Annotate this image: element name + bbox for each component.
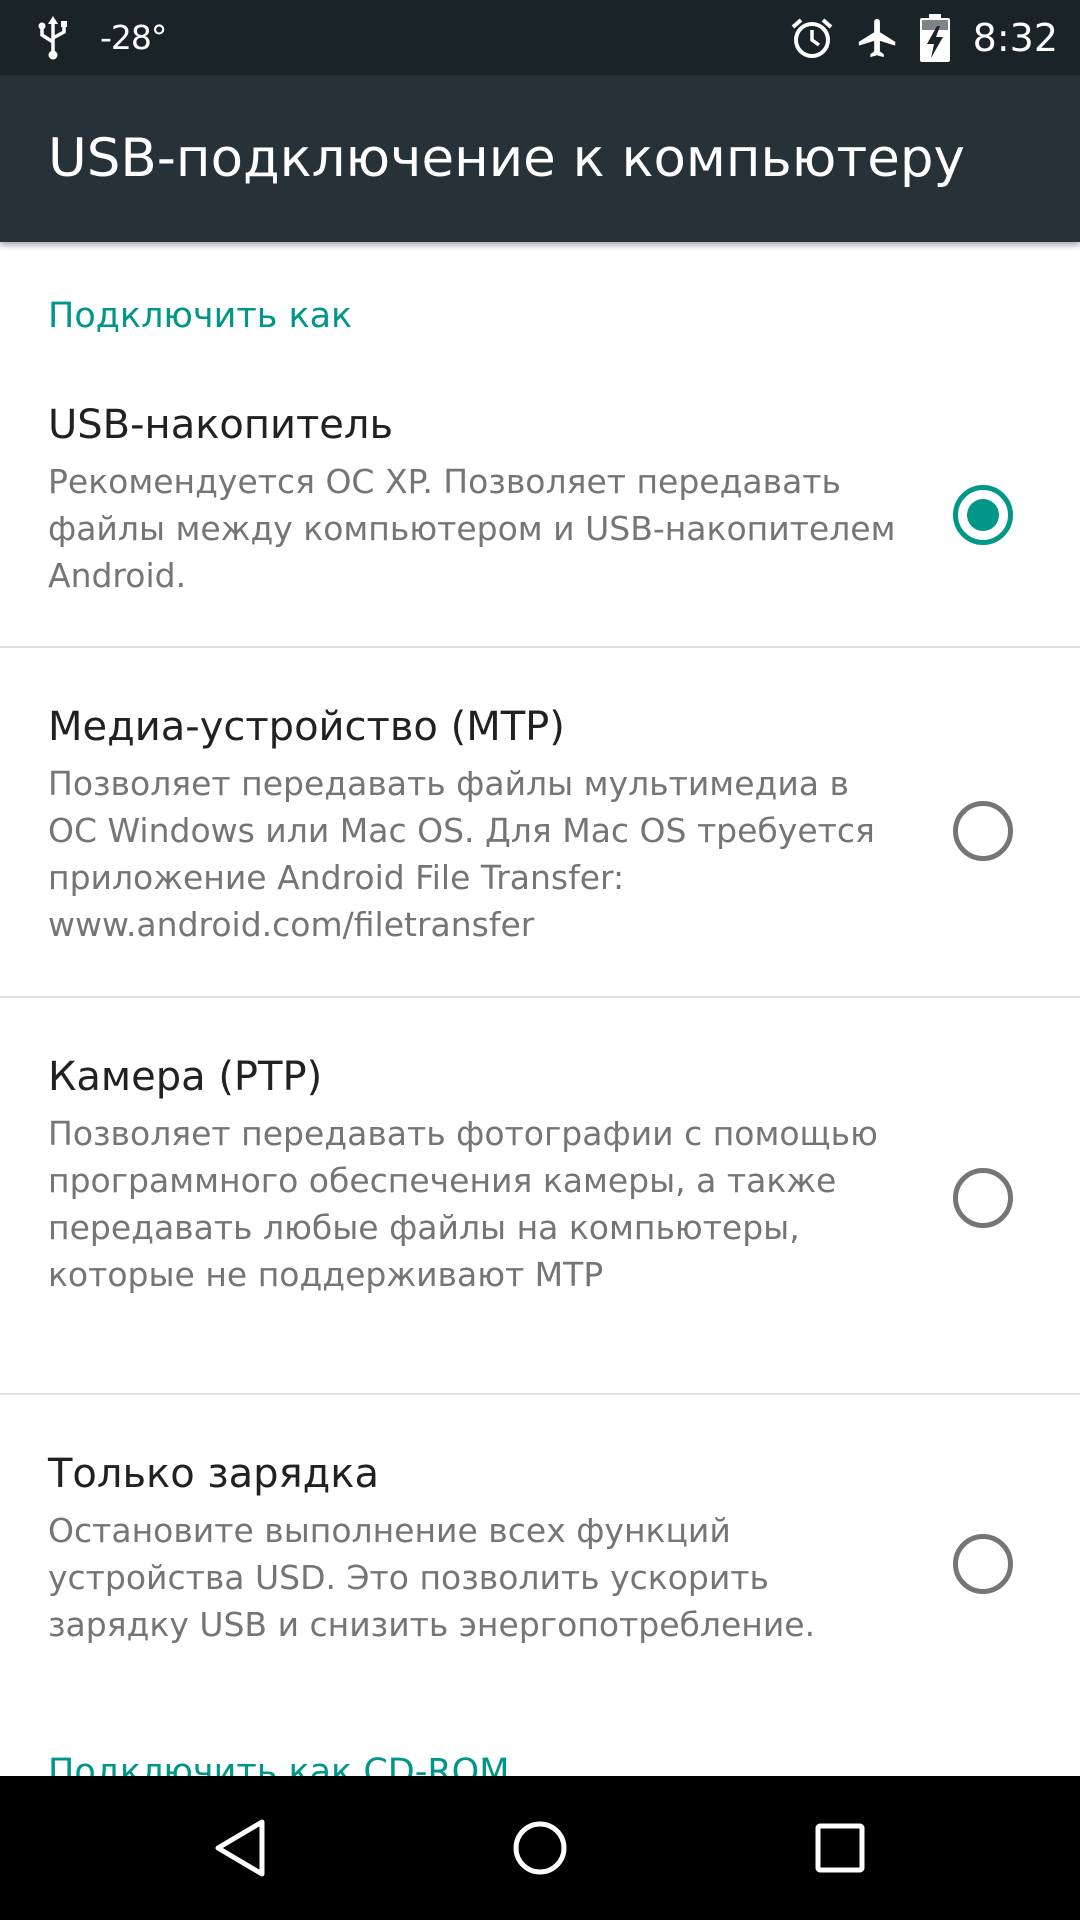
option-camera-ptp[interactable]: Камера (PTP) Позволяет передавать фотогр… <box>0 1054 1080 1384</box>
divider <box>0 646 1080 648</box>
airplane-mode-icon <box>855 15 901 61</box>
recents-icon[interactable] <box>804 1812 876 1884</box>
radio-media-device-mtp[interactable] <box>953 801 1013 861</box>
app-bar: USB-подключение к компьютеру <box>0 75 1080 242</box>
radio-usb-storage[interactable] <box>953 485 1013 545</box>
status-bar-left: -28° <box>36 0 167 75</box>
navigation-bar <box>0 1776 1080 1920</box>
screen: -28° 8:32 USB-подключение к компьютеру П… <box>0 0 1080 1920</box>
option-title: USB-накопитель <box>48 402 394 448</box>
option-media-device-mtp[interactable]: Медиа-устройство (MTP) Позволяет передав… <box>0 704 1080 994</box>
battery-charging-icon <box>919 13 951 62</box>
option-usb-storage[interactable]: USB-накопитель Рекомендуется ОС XP. Позв… <box>0 402 1080 647</box>
alarm-icon <box>789 15 835 61</box>
usb-icon <box>36 15 70 60</box>
page-title: USB-подключение к компьютеру <box>48 128 965 189</box>
status-bar: -28° 8:32 <box>0 0 1080 75</box>
option-charge-only[interactable]: Только зарядка Остановите выполнение все… <box>0 1451 1080 1651</box>
status-bar-right: 8:32 <box>789 0 1058 75</box>
temperature-text: -28° <box>100 18 167 57</box>
radio-camera-ptp[interactable] <box>953 1168 1013 1228</box>
option-title: Только зарядка <box>48 1451 379 1497</box>
option-title: Медиа-устройство (MTP) <box>48 704 565 750</box>
section-header-connect-as: Подключить как <box>48 296 353 336</box>
option-summary: Позволяет передавать файлы мультимедиа в… <box>48 764 875 944</box>
home-icon[interactable] <box>504 1812 576 1884</box>
section-header-connect-as-cdrom: Подключить как CD-ROM <box>48 1752 510 1776</box>
clock-text: 8:32 <box>972 15 1058 60</box>
option-title: Камера (PTP) <box>48 1054 323 1100</box>
option-summary: Рекомендуется ОС XP. Позволяет передават… <box>48 462 896 595</box>
divider <box>0 996 1080 998</box>
settings-list[interactable]: Подключить как USB-накопитель Рекомендуе… <box>0 242 1080 1776</box>
option-summary: Позволяет передавать фотографии с помощь… <box>48 1114 878 1294</box>
back-icon[interactable] <box>204 1812 276 1884</box>
divider <box>0 1393 1080 1395</box>
option-summary: Остановите выполнение всех функций устро… <box>48 1511 816 1644</box>
radio-charge-only[interactable] <box>953 1534 1013 1594</box>
